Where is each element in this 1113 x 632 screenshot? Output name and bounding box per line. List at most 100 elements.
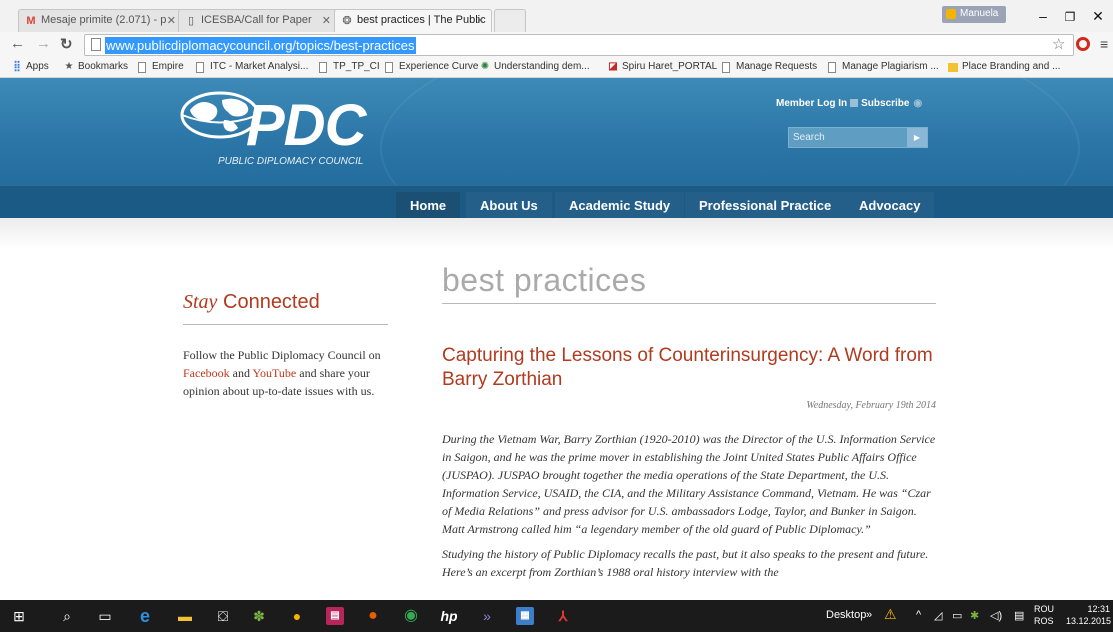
network-icon[interactable]: ◿ xyxy=(934,609,942,622)
facebook-link[interactable]: Facebook xyxy=(183,366,230,380)
bookmark-apps[interactable]: ⣿ Apps xyxy=(12,61,49,72)
header-links: Member Log In Subscribe ◉ xyxy=(776,98,922,109)
tab-icesba[interactable]: ▯ ICESBA/Call for Paper ✕ xyxy=(178,9,338,32)
close-icon[interactable]: ✕ xyxy=(476,14,485,27)
opera-extension-icon[interactable] xyxy=(1076,37,1090,51)
clock[interactable]: 12:31 13.12.2015 xyxy=(1066,603,1112,627)
site-search: ▶ xyxy=(788,127,928,148)
member-login-link[interactable]: Member Log In xyxy=(776,98,847,109)
post-paragraph: Studying the history of Public Diplomacy… xyxy=(442,547,929,579)
rss-icon[interactable]: ◉ xyxy=(913,98,922,109)
search-icon[interactable]: ⌕ xyxy=(58,607,76,625)
url-text[interactable]: www.publicdiplomacycouncil.org/topics/be… xyxy=(105,37,416,54)
youtube-link[interactable]: YouTube xyxy=(253,366,297,380)
sidebar-text-part: Follow the Public Diplomacy Council on xyxy=(183,348,381,362)
bookmark-tp-tp-ci[interactable]: TP_TP_CI xyxy=(319,61,380,73)
reload-button[interactable]: ↻ xyxy=(60,35,73,53)
desktop-toolbar-label[interactable]: Desktop xyxy=(826,609,866,621)
pdc-logo[interactable]: PDC PUBLIC DIPLOMACY COUNCIL xyxy=(180,88,380,168)
bookmark-spiru-haret[interactable]: ◪ Spiru Haret_PORTAL xyxy=(608,61,717,72)
minimize-button[interactable]: – xyxy=(1028,8,1058,24)
file-explorer-icon[interactable]: ▬ xyxy=(176,607,194,625)
task-view-icon[interactable]: ▭ xyxy=(96,607,114,625)
clock-time: 12:31 xyxy=(1087,604,1110,614)
tab-gmail[interactable]: M Mesaje primite (2.071) - p ✕ xyxy=(18,9,183,32)
nav-academic-study[interactable]: Academic Study xyxy=(555,192,685,218)
app-icon[interactable]: ✽ xyxy=(250,607,268,625)
avatar xyxy=(946,9,956,19)
tab-best-practices[interactable]: ❂ best practices | The Public ✕ xyxy=(334,9,492,32)
post-body: During the Vietnam War, Barry Zorthian (… xyxy=(442,430,942,588)
bookmark-understanding[interactable]: ✺ Understanding dem... xyxy=(480,61,590,72)
browser-toolbar: ← → ↻ www.publicdiplomacycouncil.org/top… xyxy=(0,32,1113,58)
acrobat-icon[interactable]: ⅄ xyxy=(554,607,572,625)
bookmark-label: Apps xyxy=(26,61,49,72)
bookmark-label: Understanding dem... xyxy=(494,61,590,72)
close-icon[interactable]: ✕ xyxy=(167,14,176,27)
firefox-icon[interactable]: ● xyxy=(364,607,382,625)
bookmark-label: Bookmarks xyxy=(78,61,129,72)
warning-icon[interactable]: ⚠ xyxy=(884,606,897,623)
page-icon xyxy=(722,62,730,73)
chrome-icon[interactable]: ◉ xyxy=(402,607,420,625)
app-icon[interactable]: ● xyxy=(288,607,306,625)
forward-button[interactable]: → xyxy=(36,35,51,52)
nav-home[interactable]: Home xyxy=(396,192,461,218)
main-nav: Home About Us Academic Study Professiona… xyxy=(0,185,1113,218)
page-icon xyxy=(385,62,393,73)
lock-icon xyxy=(850,99,859,107)
bookmark-experience-curve[interactable]: Experience Curve xyxy=(385,61,478,73)
battery-icon[interactable]: ▭ xyxy=(952,609,962,622)
search-submit-icon[interactable]: ▶ xyxy=(907,128,927,147)
app-tray-icon[interactable]: ✱ xyxy=(970,609,979,622)
sidebar-heading: Stay Connected xyxy=(183,291,320,314)
app-icon[interactable]: ▦ xyxy=(516,607,534,625)
bookmark-empire[interactable]: Empire xyxy=(138,61,184,73)
toolbar-expand-icon[interactable]: » xyxy=(866,609,872,621)
close-window-button[interactable]: ✕ xyxy=(1083,8,1113,25)
edge-icon[interactable]: e xyxy=(136,607,154,625)
bookmark-itc[interactable]: ITC - Market Analysi... xyxy=(196,61,309,73)
chevron-up-icon[interactable]: ^ xyxy=(916,609,921,621)
volume-icon[interactable]: ◁) xyxy=(990,609,1002,622)
back-button[interactable]: ← xyxy=(10,35,25,52)
bookmark-label: ITC - Market Analysi... xyxy=(210,61,309,72)
sidebar-heading-rest: Connected xyxy=(223,291,320,313)
nav-advocacy[interactable]: Advocacy xyxy=(845,192,935,218)
nav-about-us[interactable]: About Us xyxy=(466,192,552,218)
subscribe-link[interactable]: Subscribe xyxy=(861,98,909,109)
language-indicator[interactable]: ROU ROS xyxy=(1034,603,1054,627)
bookmark-label: Place Branding and ... xyxy=(962,61,1061,72)
search-input[interactable] xyxy=(789,128,904,147)
clock-date: 13.12.2015 xyxy=(1066,616,1112,626)
star-icon: ★ xyxy=(64,61,74,72)
profile-button[interactable]: Manuela xyxy=(942,6,1006,23)
onenote-icon[interactable]: ▤ xyxy=(326,607,344,625)
bookmark-manage-requests[interactable]: Manage Requests xyxy=(722,61,818,73)
bookmark-label: TP_TP_CI xyxy=(333,61,380,72)
bookmark-manage-plagiarism[interactable]: Manage Plagiarism ... xyxy=(828,61,939,73)
action-center-icon[interactable]: ▤ xyxy=(1014,609,1024,622)
address-bar[interactable]: www.publicdiplomacycouncil.org/topics/be… xyxy=(84,34,1074,56)
post-title-link[interactable]: Capturing the Lessons of Counterinsurgen… xyxy=(442,344,942,392)
content-shadow xyxy=(0,218,1113,250)
tab-label: best practices | The Public xyxy=(357,14,486,26)
store-icon[interactable]: ⛋ xyxy=(214,607,232,625)
windows-start-icon[interactable]: ⊞ xyxy=(10,607,28,625)
bookmark-star-icon[interactable]: ☆ xyxy=(1052,35,1065,53)
bookmark-label: Manage Requests xyxy=(736,61,818,72)
bookmark-bookmarks[interactable]: ★ Bookmarks xyxy=(64,61,129,72)
app-icon[interactable]: » xyxy=(478,607,496,625)
nav-professional-practice[interactable]: Professional Practice xyxy=(685,192,846,218)
tab-label: Mesaje primite (2.071) - p xyxy=(41,14,167,26)
bookmark-label: Manage Plagiarism ... xyxy=(842,61,939,72)
chrome-menu-icon[interactable]: ≡ xyxy=(1100,36,1108,52)
maximize-button[interactable]: ❐ xyxy=(1055,10,1085,24)
pdc-favicon-icon: ❂ xyxy=(342,15,352,27)
hp-icon[interactable]: hp xyxy=(440,607,458,625)
new-tab-button[interactable] xyxy=(494,9,526,32)
bookmark-place-branding[interactable]: Place Branding and ... xyxy=(948,61,1060,72)
windows-taskbar: ⊞ ⌕ ▭ e ▬ ⛋ ✽ ● ▤ ● ◉ hp » ▦ ⅄ Desktop »… xyxy=(0,600,1113,632)
logo-tagline: PUBLIC DIPLOMACY COUNCIL xyxy=(218,156,364,167)
close-icon[interactable]: ✕ xyxy=(322,14,331,27)
